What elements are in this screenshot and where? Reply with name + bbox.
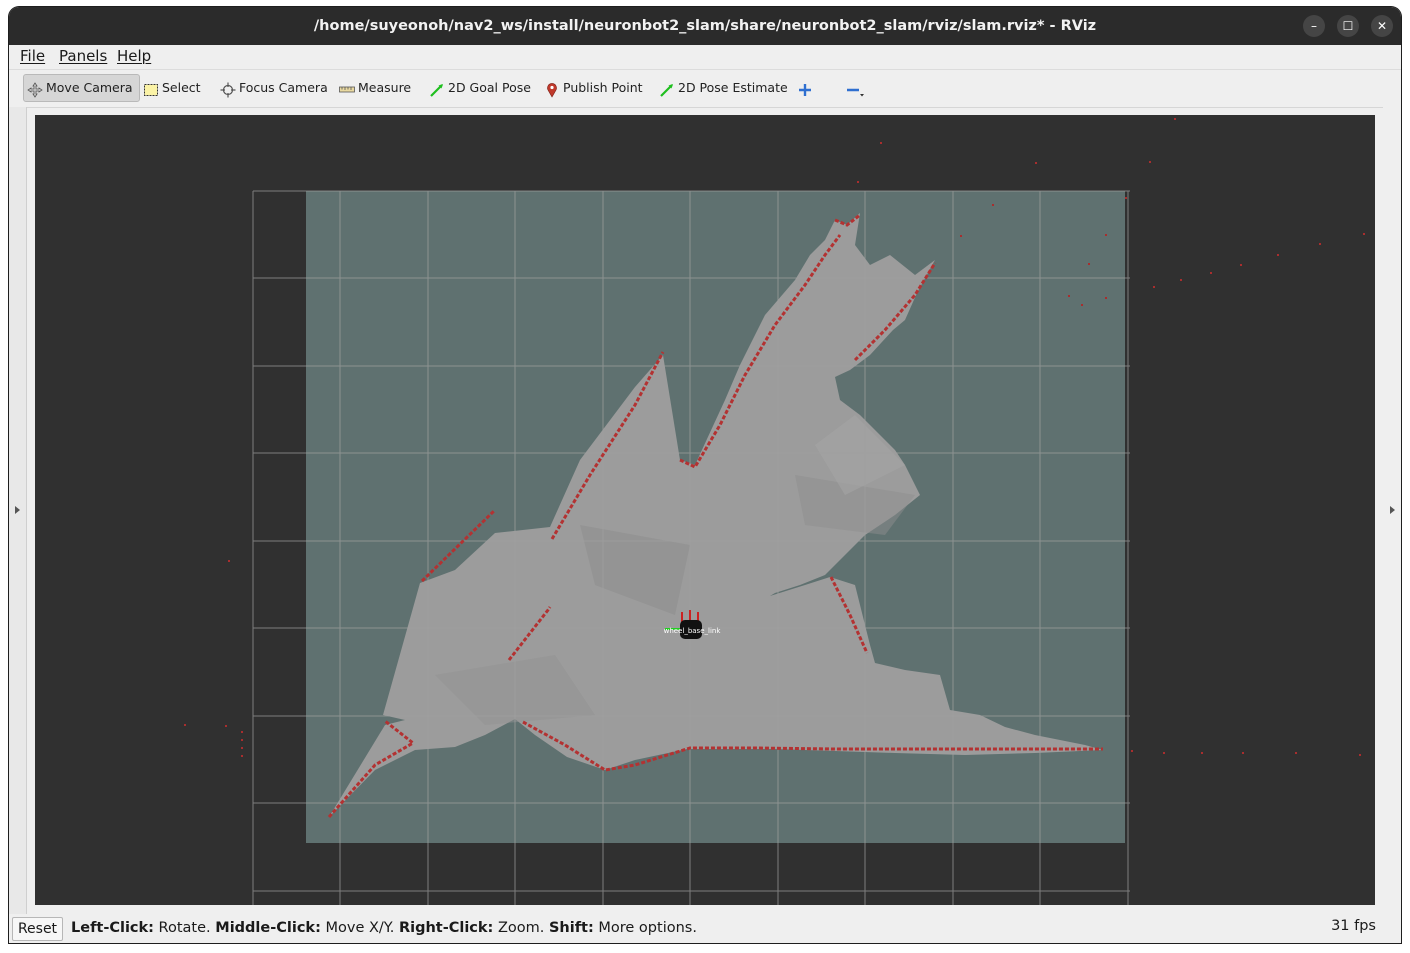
- robot-frame-label: wheel_base_link: [664, 627, 722, 635]
- minimize-icon: –: [1311, 19, 1317, 33]
- hint-shift-key: Shift:: [548, 920, 594, 936]
- map-render: wheel_base_link: [184, 118, 1365, 905]
- tool-measure-label: Measure: [358, 80, 412, 95]
- reset-button[interactable]: Reset: [12, 917, 63, 941]
- plus-icon: [797, 80, 813, 96]
- window-title: /home/suyeonoh/nav2_ws/install/neuronbot…: [313, 18, 1097, 34]
- left-panel-collapsed[interactable]: [9, 107, 27, 914]
- tool-measure[interactable]: Measure: [339, 74, 411, 102]
- mouse-hint: Left-Click: Rotate. Middle-Click: Move X…: [71, 920, 697, 936]
- right-panel-collapsed[interactable]: [1383, 107, 1401, 914]
- close-icon: ✕: [1376, 19, 1388, 33]
- focus-camera-icon: [220, 80, 236, 98]
- measure-icon: [339, 80, 355, 96]
- remove-tool-button[interactable]: [845, 74, 864, 102]
- expand-right-panel-icon[interactable]: [1390, 506, 1395, 514]
- goal-pose-icon: [429, 80, 445, 97]
- menu-help[interactable]: Help: [117, 47, 151, 65]
- tool-2d-pose-estimate-label: 2D Pose Estimate: [678, 80, 788, 95]
- expand-left-panel-icon[interactable]: [15, 506, 20, 514]
- tool-2d-pose-estimate[interactable]: 2D Pose Estimate: [659, 74, 788, 102]
- tool-2d-goal-pose-label: 2D Goal Pose: [448, 80, 531, 95]
- select-icon: [143, 80, 159, 96]
- maximize-button[interactable]: ☐: [1337, 15, 1359, 37]
- hint-left-click-key: Left-Click:: [71, 920, 154, 936]
- menu-bar: File Panels Help: [9, 45, 1401, 69]
- menu-panels[interactable]: Panels: [59, 47, 107, 65]
- menu-file[interactable]: File: [20, 47, 45, 65]
- tool-move-camera[interactable]: Move Camera: [23, 74, 140, 102]
- move-camera-icon: [27, 80, 43, 98]
- tool-move-camera-label: Move Camera: [46, 80, 133, 95]
- hint-left-click-text: Rotate.: [153, 920, 216, 936]
- tool-publish-point-label: Publish Point: [563, 80, 643, 95]
- tool-select-label: Select: [162, 80, 201, 95]
- minimize-button[interactable]: –: [1303, 15, 1325, 37]
- close-button[interactable]: ✕: [1371, 15, 1393, 37]
- render-viewport[interactable]: wheel_base_link: [35, 115, 1375, 905]
- tool-focus-camera-label: Focus Camera: [239, 80, 328, 95]
- hint-shift-text: More options.: [593, 920, 697, 936]
- tool-publish-point[interactable]: Publish Point: [544, 74, 643, 102]
- hint-right-click-text: Zoom.: [493, 920, 549, 936]
- tool-select[interactable]: Select: [143, 74, 201, 102]
- hint-middle-click-text: Move X/Y.: [320, 920, 399, 936]
- minus-icon: [845, 80, 864, 97]
- status-bar: Reset Left-Click: Rotate. Middle-Click: …: [9, 914, 1401, 943]
- tool-focus-camera[interactable]: Focus Camera: [220, 74, 328, 102]
- maximize-icon: ☐: [1342, 19, 1354, 33]
- map-pin-icon: [544, 80, 560, 98]
- add-tool-button[interactable]: [797, 74, 816, 102]
- fps-counter: 31 fps: [1331, 918, 1376, 934]
- tool-bar: Move Camera Select Focus Camera Measure …: [9, 69, 1401, 108]
- rviz-window: /home/suyeonoh/nav2_ws/install/neuronbot…: [9, 7, 1401, 943]
- pose-estimate-icon: [659, 80, 675, 97]
- title-bar: /home/suyeonoh/nav2_ws/install/neuronbot…: [9, 7, 1401, 45]
- tool-2d-goal-pose[interactable]: 2D Goal Pose: [429, 74, 531, 102]
- hint-right-click-key: Right-Click:: [398, 920, 494, 936]
- hint-middle-click-key: Middle-Click:: [215, 920, 321, 936]
